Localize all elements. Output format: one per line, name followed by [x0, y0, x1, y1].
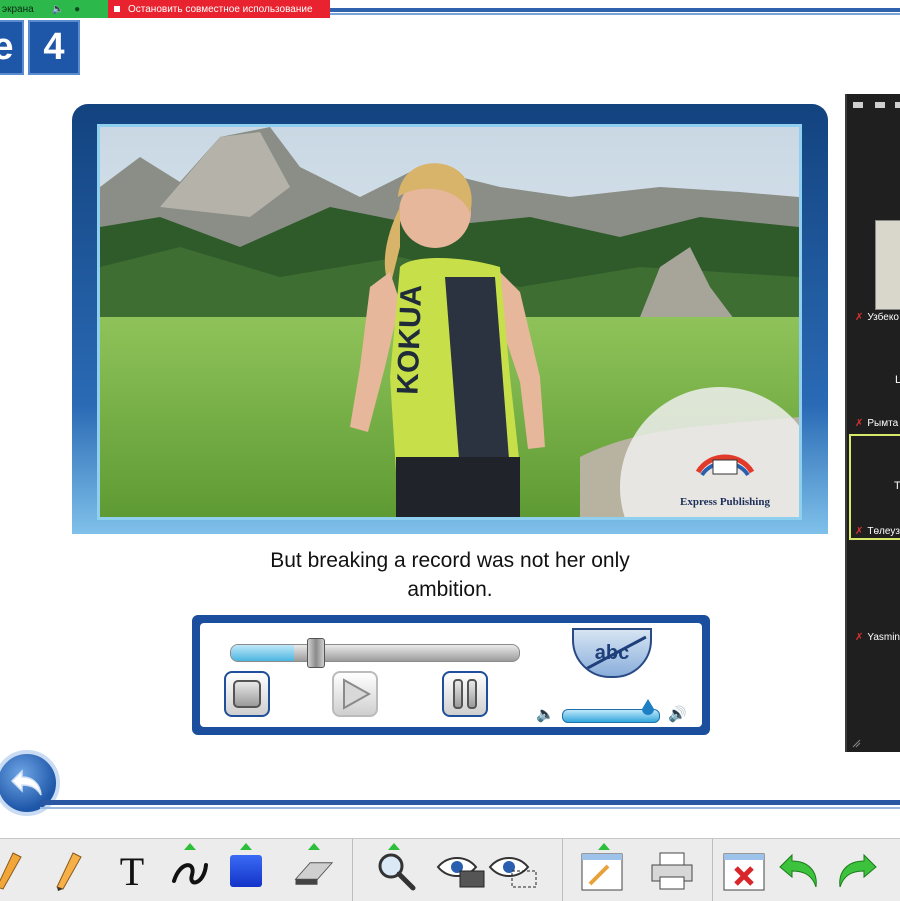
- shield-icon[interactable]: ●: [74, 4, 80, 15]
- toolbar-group-history: [712, 839, 900, 901]
- text-tool-label: T: [119, 848, 145, 894]
- video-still-photo[interactable]: KOKUA Express Publishing: [97, 124, 802, 520]
- magnifier-icon[interactable]: [374, 849, 418, 893]
- more-icon[interactable]: [895, 102, 900, 108]
- stop-sharing-button[interactable]: Остановить совместное использование: [108, 0, 330, 18]
- restore-icon[interactable]: [875, 102, 885, 108]
- unit-number: 4: [43, 26, 65, 68]
- participant-name[interactable]: ✗ Yasmin: [855, 632, 900, 643]
- pause-button[interactable]: [442, 671, 488, 717]
- mic-muted-icon: ✗: [855, 526, 864, 537]
- header-divider-light: [330, 13, 900, 15]
- subtitles-toggle-button[interactable]: abc: [572, 628, 652, 678]
- participant-initial: L: [895, 374, 900, 386]
- seek-bar-progress: [231, 645, 295, 661]
- pencil-icon[interactable]: [0, 849, 30, 893]
- pause-icon-left: [453, 679, 463, 709]
- eraser-icon[interactable]: [290, 849, 334, 893]
- print-icon[interactable]: [650, 849, 694, 893]
- stop-sharing-label: Остановить совместное использование: [128, 3, 313, 15]
- participant-name[interactable]: ✗ Узбеко: [855, 312, 899, 323]
- stop-icon: [233, 680, 261, 708]
- caption-line-2: ambition.: [407, 578, 493, 601]
- unit-label-badge: e: [0, 20, 24, 75]
- stop-button[interactable]: [224, 671, 270, 717]
- caption-line-1: But breaking a record was not her only: [270, 549, 630, 572]
- toolbar-group-view: [352, 839, 563, 901]
- mic-muted-icon: ✗: [855, 632, 864, 643]
- redo-icon[interactable]: [834, 849, 878, 893]
- resize-grip-icon[interactable]: [851, 738, 861, 748]
- close-page-icon[interactable]: [722, 849, 766, 893]
- media-player: abc 🔈 🔊: [192, 615, 710, 735]
- participants-panel: ✗ Узбеко L ✗ Рымта T ✗ Төлеуз ✗ Yasmin: [845, 94, 900, 752]
- volume-low-icon[interactable]: 🔈: [536, 705, 555, 723]
- subtitle-caption: But breaking a record was not her only a…: [200, 546, 700, 604]
- participant-name-label: Yasmin: [867, 632, 900, 643]
- participant-name-label: Рымта: [867, 418, 899, 429]
- toolbar-group-page: [562, 839, 713, 901]
- text-tool-icon[interactable]: T: [110, 848, 154, 894]
- participant-name-label: Төлеуз: [867, 526, 900, 537]
- shape-tool-icon[interactable]: [224, 849, 268, 893]
- minimize-icon[interactable]: [853, 102, 863, 108]
- unit-letter: e: [0, 26, 14, 68]
- participant-name[interactable]: ✗ Төлеуз: [855, 526, 900, 537]
- audio-icon[interactable]: 🔈: [52, 4, 64, 15]
- toolbar-group-draw: T: [0, 839, 353, 901]
- seek-bar[interactable]: [230, 644, 520, 662]
- header-divider: [330, 8, 900, 12]
- freehand-tool-icon[interactable]: [168, 849, 212, 893]
- marker-icon[interactable]: [46, 849, 90, 893]
- blue-square-icon: [230, 855, 262, 887]
- footer-divider: [40, 800, 900, 805]
- edit-page-icon[interactable]: [580, 849, 624, 893]
- media-player-panel: abc 🔈 🔊: [200, 623, 702, 727]
- back-arrow-icon: [10, 769, 42, 796]
- active-speaker-tile[interactable]: [849, 434, 900, 540]
- publisher-logo-text: Express Publishing: [680, 496, 770, 508]
- stop-icon: [114, 6, 120, 12]
- volume-handle[interactable]: [641, 699, 655, 719]
- play-button[interactable]: [332, 671, 378, 717]
- seek-handle[interactable]: [307, 638, 326, 668]
- play-icon: [343, 678, 372, 710]
- share-status: экрана 🔈 ●: [0, 0, 108, 18]
- share-status-label: экрана: [2, 3, 34, 15]
- participant-video[interactable]: [875, 220, 900, 310]
- participant-name[interactable]: ✗ Рымта: [855, 418, 898, 429]
- participant-name-label: Узбеко: [867, 312, 899, 323]
- reveal-icon[interactable]: [436, 849, 486, 893]
- mic-muted-icon: ✗: [855, 312, 864, 323]
- undo-icon[interactable]: [778, 849, 822, 893]
- active-speaker-initial: T: [894, 480, 900, 492]
- runner-photo-illustration: KOKUA Express Publishing: [100, 127, 799, 517]
- pause-icon-right: [467, 679, 477, 709]
- volume-high-icon[interactable]: 🔊: [668, 705, 687, 723]
- unit-number-badge: 4: [28, 20, 80, 75]
- spotlight-icon[interactable]: [488, 849, 538, 893]
- whiteboard-toolbar: T: [0, 838, 900, 901]
- jersey-text: KOKUA: [391, 284, 428, 395]
- mic-muted-icon: ✗: [855, 418, 864, 429]
- footer-divider-light: [40, 807, 900, 809]
